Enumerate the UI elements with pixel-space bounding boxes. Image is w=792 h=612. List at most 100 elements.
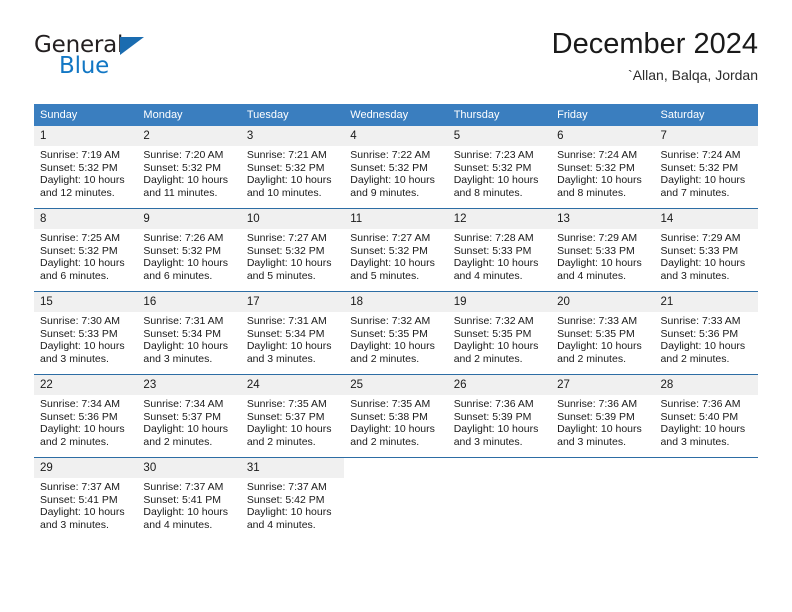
day-number	[655, 458, 758, 478]
day-cell[interactable]: 14 Sunrise: 7:29 AM Sunset: 5:33 PM Dayligh…	[654, 208, 758, 292]
sunset-text: Sunset: 5:34 PM	[246, 327, 325, 340]
page-title: December 2024	[551, 28, 758, 60]
day-cell[interactable]: 8 Sunrise: 7:25 AM Sunset: 5:32 PM Daylight…	[34, 208, 138, 292]
day-cell[interactable]: 30 Sunrise: 7:37 AM Sunset: 5:41 PM Dayligh…	[137, 457, 241, 540]
daylight-text-line2: and 2 minutes.	[557, 352, 626, 365]
sunrise-text: Sunrise: 7:31 AM	[246, 315, 327, 327]
day-number: 8	[34, 209, 138, 229]
day-number	[448, 458, 551, 478]
sunrise-text: Sunrise: 7:32 AM	[453, 315, 534, 327]
day-cell[interactable]: 16 Sunrise: 7:31 AM Sunset: 5:34 PM Dayligh…	[137, 291, 241, 375]
day-cell[interactable]: 20 Sunrise: 7:33 AM Sunset: 5:35 PM Dayligh…	[551, 291, 655, 375]
day-number: 24	[240, 375, 345, 395]
daylight-text-line1: Daylight: 10 hours	[350, 423, 435, 436]
day-cell[interactable]: 4 Sunrise: 7:22 AM Sunset: 5:32 PM Daylight…	[344, 126, 448, 209]
daylight-text-line2: and 2 minutes.	[143, 435, 213, 448]
day-cell[interactable]: 18 Sunrise: 7:32 AM Sunset: 5:35 PM Dayligh…	[344, 291, 448, 375]
sunset-text: Sunset: 5:37 PM	[143, 410, 222, 423]
page-header: General Blue December 2024 `Allan, Balqa…	[34, 26, 758, 92]
daylight-text-line1: Daylight: 10 hours	[557, 257, 642, 270]
sunset-text: Sunset: 5:33 PM	[40, 327, 118, 340]
daylight-text-line1: Daylight: 10 hours	[350, 257, 435, 270]
sunset-text: Sunset: 5:39 PM	[557, 410, 635, 423]
sunset-text: Sunset: 5:32 PM	[40, 244, 118, 257]
day-cell[interactable]: 11 Sunrise: 7:27 AM Sunset: 5:32 PM Dayligh…	[344, 208, 448, 292]
day-cell[interactable]: 19 Sunrise: 7:32 AM Sunset: 5:35 PM Dayligh…	[447, 291, 552, 375]
daylight-text-line1: Daylight: 10 hours	[246, 340, 332, 353]
daylight-text-line1: Daylight: 10 hours	[143, 340, 229, 353]
day-cell[interactable]: 29 Sunrise: 7:37 AM Sunset: 5:41 PM Dayligh…	[34, 457, 138, 540]
day-cell[interactable]: 26 Sunrise: 7:36 AM Sunset: 5:39 PM Dayligh…	[447, 374, 552, 458]
sunrise-text: Sunrise: 7:34 AM	[40, 398, 120, 410]
daylight-text-line1: Daylight: 10 hours	[143, 174, 229, 187]
day-cell[interactable]: 23 Sunrise: 7:34 AM Sunset: 5:37 PM Dayligh…	[137, 374, 241, 458]
day-cell[interactable]: 17 Sunrise: 7:31 AM Sunset: 5:34 PM Dayligh…	[240, 291, 345, 375]
day-details: Sunrise: 7:37 AM Sunset: 5:41 PM Daylight:…	[34, 478, 137, 531]
day-details: Sunrise: 7:35 AM Sunset: 5:37 PM Daylight:…	[241, 395, 344, 448]
sunrise-text: Sunrise: 7:37 AM	[246, 481, 327, 493]
sunrise-text: Sunrise: 7:25 AM	[40, 232, 120, 244]
daylight-text-line1: Daylight: 10 hours	[453, 257, 539, 270]
day-cell[interactable]: 1 Sunrise: 7:19 AM Sunset: 5:32 PM Daylight…	[34, 126, 138, 209]
daylight-text-line1: Daylight: 10 hours	[660, 340, 746, 353]
daylight-text-line1: Daylight: 10 hours	[143, 506, 229, 519]
sunrise-text: Sunrise: 7:21 AM	[246, 149, 327, 161]
calendar-week-row: 1 Sunrise: 7:19 AM Sunset: 5:32 PM Daylight…	[34, 126, 758, 209]
day-cell[interactable]: 5 Sunrise: 7:23 AM Sunset: 5:32 PM Daylight…	[447, 126, 552, 209]
day-cell[interactable]: 10 Sunrise: 7:27 AM Sunset: 5:32 PM Dayligh…	[240, 208, 345, 292]
day-cell[interactable]: 24 Sunrise: 7:35 AM Sunset: 5:37 PM Dayligh…	[240, 374, 345, 458]
daylight-text-line2: and 3 minutes.	[453, 435, 523, 448]
sunrise-text: Sunrise: 7:24 AM	[660, 149, 741, 161]
sunrise-text: Sunrise: 7:27 AM	[350, 232, 431, 244]
sunset-text: Sunset: 5:37 PM	[246, 410, 325, 423]
day-number: 30	[137, 458, 241, 478]
sunset-text: Sunset: 5:32 PM	[143, 161, 222, 174]
weekday-header-friday: Friday	[551, 104, 655, 126]
daylight-text-line1: Daylight: 10 hours	[246, 423, 332, 436]
daylight-text-line2: and 3 minutes.	[143, 352, 213, 365]
daylight-text-line2: and 6 minutes.	[143, 269, 213, 282]
daylight-text-line1: Daylight: 10 hours	[246, 257, 332, 270]
day-cell[interactable]: 13 Sunrise: 7:29 AM Sunset: 5:33 PM Dayligh…	[551, 208, 655, 292]
day-cell[interactable]: 2 Sunrise: 7:20 AM Sunset: 5:32 PM Daylight…	[137, 126, 241, 209]
day-details: Sunrise: 7:37 AM Sunset: 5:42 PM Daylight:…	[241, 478, 344, 531]
daylight-text-line1: Daylight: 10 hours	[40, 423, 125, 436]
day-cell[interactable]: 3 Sunrise: 7:21 AM Sunset: 5:32 PM Daylight…	[240, 126, 345, 209]
day-cell-empty	[344, 457, 448, 540]
day-number: 12	[447, 209, 552, 229]
daylight-text-line1: Daylight: 10 hours	[246, 506, 332, 519]
daylight-text-line1: Daylight: 10 hours	[557, 174, 642, 187]
sunrise-text: Sunrise: 7:29 AM	[557, 232, 638, 244]
day-cell[interactable]: 15 Sunrise: 7:30 AM Sunset: 5:33 PM Dayligh…	[34, 291, 138, 375]
day-cell[interactable]: 21 Sunrise: 7:33 AM Sunset: 5:36 PM Dayligh…	[654, 291, 758, 375]
day-cell[interactable]: 9 Sunrise: 7:26 AM Sunset: 5:32 PM Daylight…	[137, 208, 241, 292]
day-details: Sunrise: 7:26 AM Sunset: 5:32 PM Daylight:…	[137, 229, 240, 282]
day-cell[interactable]: 22 Sunrise: 7:34 AM Sunset: 5:36 PM Dayligh…	[34, 374, 138, 458]
sunset-text: Sunset: 5:32 PM	[246, 244, 325, 257]
sunrise-text: Sunrise: 7:36 AM	[453, 398, 534, 410]
day-cell[interactable]: 7 Sunrise: 7:24 AM Sunset: 5:32 PM Daylight…	[654, 126, 758, 209]
sunset-text: Sunset: 5:32 PM	[660, 161, 739, 174]
daylight-text-line2: and 2 minutes.	[350, 435, 420, 448]
daylight-text-line2: and 2 minutes.	[246, 435, 316, 448]
day-cell[interactable]: 31 Sunrise: 7:37 AM Sunset: 5:42 PM Dayligh…	[240, 457, 345, 540]
day-number: 9	[137, 209, 241, 229]
sunrise-text: Sunrise: 7:33 AM	[660, 315, 741, 327]
calendar-week-row: 29 Sunrise: 7:37 AM Sunset: 5:41 PM Dayligh…	[34, 457, 758, 540]
day-number: 17	[240, 292, 345, 312]
daylight-text-line1: Daylight: 10 hours	[40, 340, 125, 353]
day-cell[interactable]: 12 Sunrise: 7:28 AM Sunset: 5:33 PM Dayligh…	[447, 208, 552, 292]
day-cell[interactable]: 28 Sunrise: 7:36 AM Sunset: 5:40 PM Dayligh…	[654, 374, 758, 458]
day-cell[interactable]: 25 Sunrise: 7:35 AM Sunset: 5:38 PM Dayligh…	[344, 374, 448, 458]
calendar-week-row: 8 Sunrise: 7:25 AM Sunset: 5:32 PM Daylight…	[34, 208, 758, 292]
weekday-header-monday: Monday	[137, 104, 241, 126]
day-cell-empty	[447, 457, 552, 540]
daylight-text-line2: and 6 minutes.	[40, 269, 109, 282]
daylight-text-line2: and 2 minutes.	[350, 352, 420, 365]
generalblue-logo[interactable]: General Blue	[34, 34, 154, 86]
title-block: December 2024 `Allan, Balqa, Jordan	[552, 26, 758, 85]
day-details: Sunrise: 7:33 AM Sunset: 5:36 PM Daylight:…	[655, 312, 758, 365]
day-cell[interactable]: 6 Sunrise: 7:24 AM Sunset: 5:32 PM Daylight…	[551, 126, 655, 209]
day-cell[interactable]: 27 Sunrise: 7:36 AM Sunset: 5:39 PM Dayligh…	[551, 374, 655, 458]
daylight-text-line2: and 3 minutes.	[660, 269, 730, 282]
